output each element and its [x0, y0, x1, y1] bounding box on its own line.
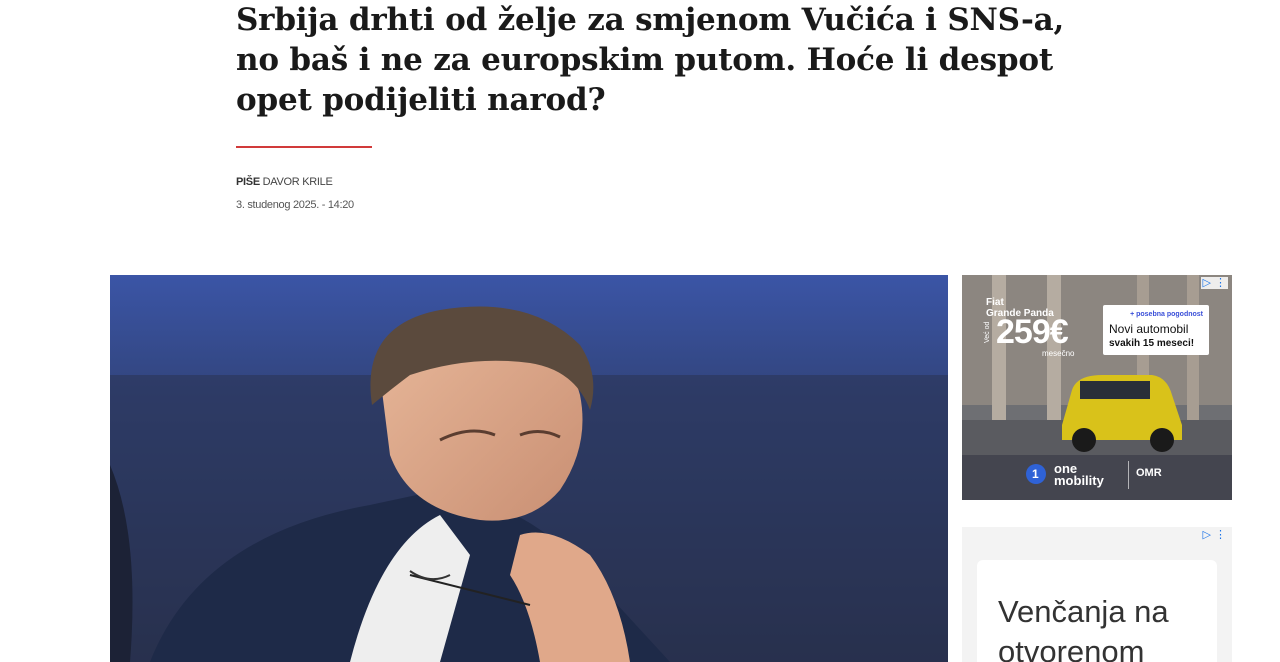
publish-date: 3. studenog 2025. - 14:20 [236, 199, 354, 211]
hero-image [110, 275, 948, 662]
ad-controls: ▷ ⋮ [1201, 529, 1228, 541]
ad-card-text: Venčanja na otvorenom [998, 594, 1169, 662]
sidebar-ad-fiat[interactable]: ▷ ⋮ Fiat Grande Panda Već od 259€ mesečn… [962, 275, 1232, 500]
ad-promo-line1: Novi automobil [1109, 322, 1189, 336]
ad-card[interactable]: Venčanja na otvorenom [977, 560, 1217, 662]
author-link[interactable]: DAVOR KRILE [263, 176, 333, 188]
headline-divider [236, 146, 372, 148]
hero-photo-illustration [110, 275, 948, 662]
article-headline: Srbija drhti od želje za smjenom Vučića … [236, 2, 1065, 118]
ad-promo-line2: svakih 15 meseci! [1109, 338, 1195, 349]
ad-price-period: mesečno [1042, 349, 1075, 358]
ad-promo-box: + posebna pogodnost Novi automobil svaki… [1103, 305, 1209, 355]
adchoices-icon[interactable]: ▷ [1203, 529, 1211, 541]
ad-partner-logo: OMR [1136, 467, 1162, 479]
byline-prefix: PIŠE [236, 176, 260, 188]
ad-brand-logo: one mobility [1054, 461, 1104, 488]
ad-price-prefix: Već od [984, 321, 991, 343]
byline: PIŠE DAVOR KRILE [236, 176, 333, 188]
vertical-dots-icon[interactable]: ⋮ [1215, 529, 1226, 541]
ad-price: 259€ [996, 313, 1069, 351]
ad-controls: ▷ ⋮ [1200, 277, 1228, 289]
adchoices-icon[interactable]: ▷ [1203, 277, 1211, 289]
ad-brand-number: 1 [1032, 467, 1039, 481]
sidebar-ad-text[interactable]: ▷ ⋮ Venčanja na otvorenom [962, 527, 1232, 662]
ad-promo-small: + posebna pogodnost [1130, 311, 1203, 318]
vertical-dots-icon[interactable]: ⋮ [1215, 277, 1226, 289]
